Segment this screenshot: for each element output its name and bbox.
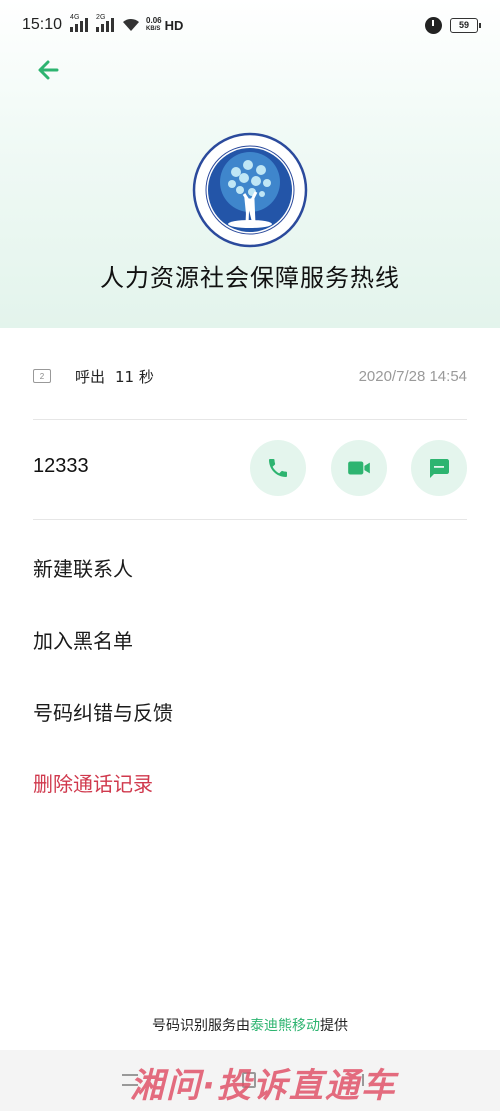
network-type-label: 4G — [70, 14, 80, 21]
footer-brand-link[interactable]: 泰迪熊移动 — [250, 1018, 320, 1034]
call-record-row: 2 呼出 11 秒 2020/7/28 14:54 — [33, 356, 467, 396]
status-bar: 15:10 4G 2G 0.06 KB/S HD 59 — [0, 0, 500, 50]
alarm-icon — [425, 16, 442, 34]
divider — [33, 419, 467, 420]
divider — [33, 519, 467, 520]
network-speed: 0.06 KB/S — [146, 17, 162, 33]
status-time: 15:10 — [22, 16, 63, 33]
arrow-left-icon — [38, 60, 59, 80]
message-icon — [430, 459, 449, 478]
hd-label: HD — [164, 17, 184, 33]
organization-logo — [192, 132, 308, 248]
new-contact-option[interactable]: 新建联系人 — [33, 553, 133, 582]
footer-prefix: 号码识别服务由 — [152, 1018, 250, 1034]
signal-icon: 2G — [96, 14, 115, 32]
signal-icon: 4G — [70, 14, 89, 32]
message-button[interactable] — [411, 440, 467, 496]
contact-name: 人力资源社会保障服务热线 — [100, 264, 400, 292]
number-feedback-option[interactable]: 号码纠错与反馈 — [33, 697, 173, 726]
speed-value: 0.06 — [146, 16, 162, 25]
call-datetime: 2020/7/28 14:54 — [358, 367, 467, 385]
speed-unit: KB/S — [146, 26, 161, 32]
add-to-blacklist-option[interactable]: 加入黑名单 — [33, 625, 133, 654]
call-button[interactable] — [250, 440, 306, 496]
call-type: 呼出 — [75, 367, 106, 386]
delete-call-record-option[interactable]: 删除通话记录 — [33, 768, 153, 797]
watermark: 湘问·投诉直通车 — [130, 1066, 397, 1106]
video-call-button[interactable] — [331, 440, 387, 496]
call-duration: 11 秒 — [115, 367, 154, 386]
footer-note: 号码识别服务由泰迪熊移动提供 — [0, 1015, 500, 1035]
battery-icon: 59 — [450, 17, 481, 33]
sim-card-icon: 2 — [33, 369, 51, 383]
network-type-label: 2G — [96, 14, 106, 21]
back-button[interactable] — [30, 52, 66, 88]
phone-icon — [269, 459, 287, 477]
phone-number: 12333 — [33, 455, 89, 477]
video-camera-icon — [348, 461, 370, 475]
wifi-icon — [123, 18, 140, 31]
footer-suffix: 提供 — [320, 1018, 348, 1034]
